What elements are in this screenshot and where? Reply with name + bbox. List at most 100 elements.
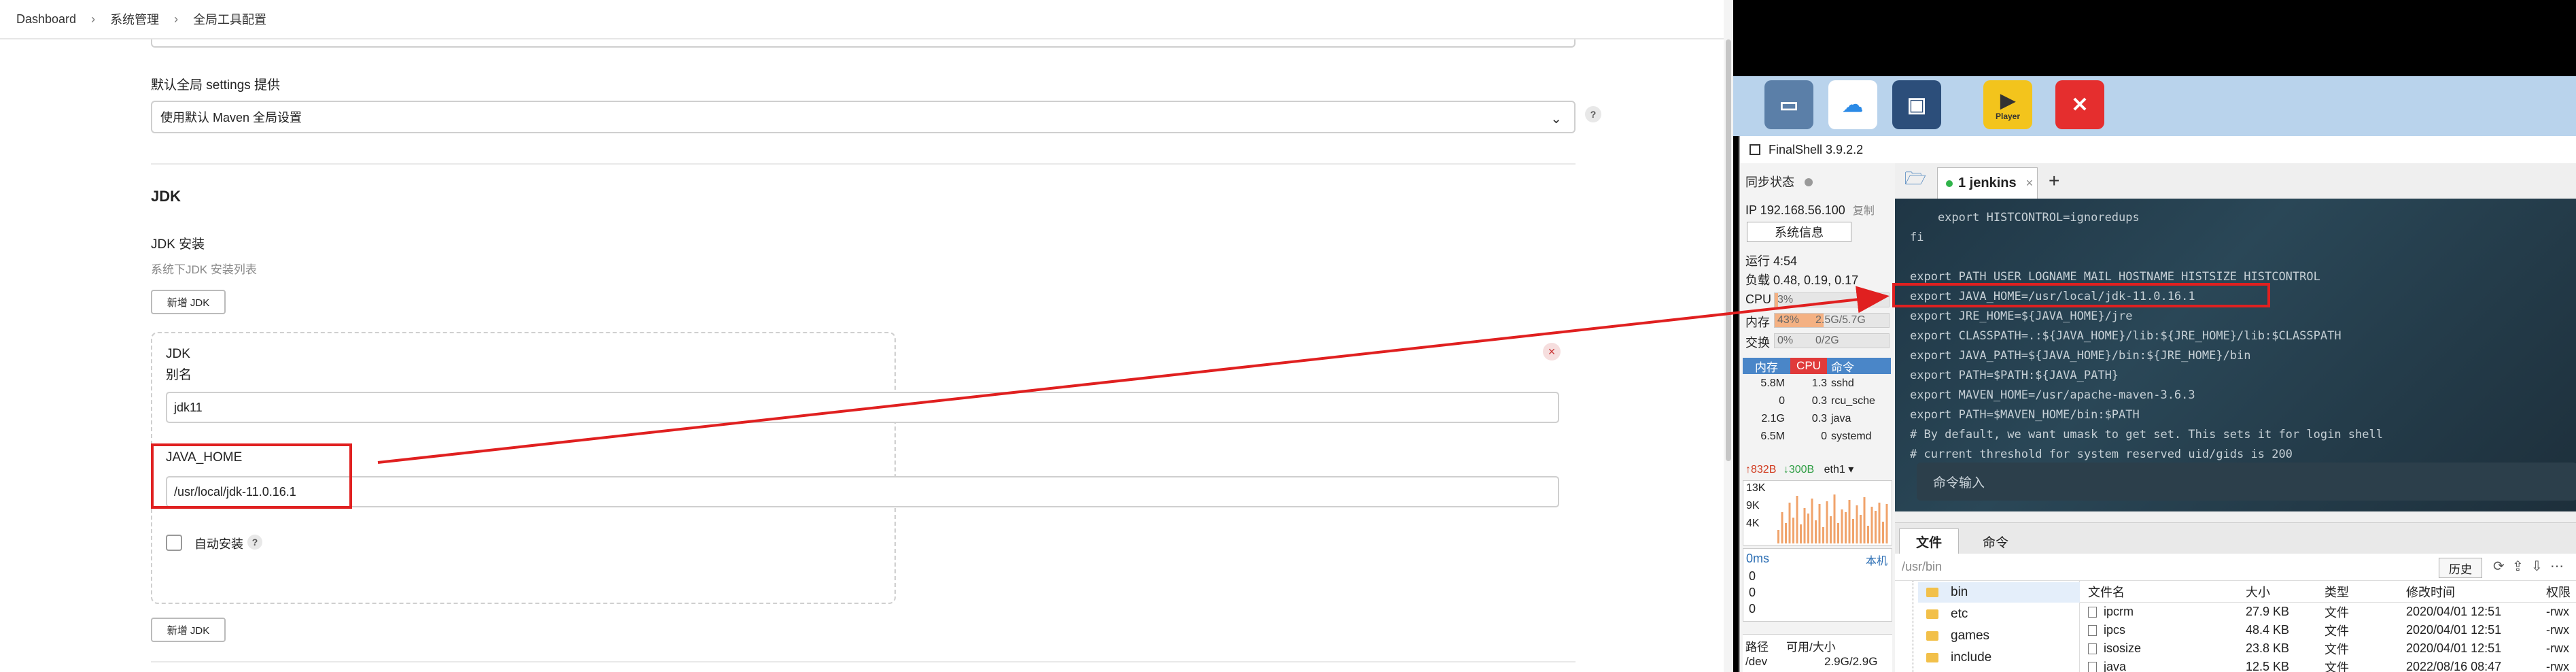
process-row[interactable]: 5.8M 1.3 sshd — [1743, 375, 1892, 392]
breadcrumb-global-tools[interactable]: 全局工具配置 — [193, 10, 266, 28]
xmind-icon[interactable]: ✕ — [2055, 80, 2104, 129]
col-permission[interactable]: 权限 — [2546, 581, 2571, 603]
more-icon[interactable]: ⋯ — [2550, 558, 2564, 575]
swap-meter: 0% 0/2G — [1774, 333, 1890, 348]
load-average: 负载 0.48, 0.19, 0.17 — [1745, 273, 1859, 287]
uptime: 运行 4:54 — [1745, 254, 1798, 268]
close-tab-icon[interactable]: × — [2026, 176, 2034, 190]
tab-files[interactable]: 文件 — [1899, 528, 1959, 554]
proc-header-cmd[interactable]: 命令 — [1827, 358, 1891, 374]
col-filename[interactable]: 文件名 — [2088, 581, 2125, 603]
mem-value: 2.5G/5.7G — [1815, 314, 1866, 326]
potplayer-label: Player — [1995, 111, 2021, 121]
upload-icon[interactable]: ⇪ — [2512, 558, 2524, 575]
ping-host[interactable]: 本机 — [1866, 552, 1887, 568]
file-row[interactable]: isosize 23.8 KB 文件 2020/04/01 12:51 -rwx — [2080, 639, 2576, 658]
file-row[interactable]: java 12.5 KB 文件 2022/08/16 08:47 -rwx — [2080, 658, 2576, 672]
file-mtime: 2020/04/01 12:51 — [2406, 623, 2502, 637]
net-scale-high: 13K — [1746, 482, 1766, 494]
jdk-section-title: JDK — [151, 188, 181, 205]
tree-node[interactable]: bin — [1918, 582, 2080, 603]
swap-value: 0/2G — [1815, 335, 1839, 346]
path-input[interactable]: /usr/bin — [1902, 560, 1942, 574]
folder-icon — [1926, 631, 1938, 641]
net-up: ↑832B — [1745, 464, 1777, 475]
connected-dot-icon — [1946, 180, 1953, 187]
tree-node-label: bin — [1951, 585, 1968, 599]
maven-settings-value: 使用默认 Maven 全局设置 — [160, 111, 302, 124]
disk-path[interactable]: /dev — [1745, 655, 1767, 669]
tree-node[interactable]: games — [1926, 626, 1989, 646]
baidu-netdisk-icon[interactable]: ☁ — [1828, 80, 1877, 129]
refresh-icon[interactable]: ⟳ — [2493, 558, 2505, 575]
process-row[interactable]: 0 0.3 rcu_sche — [1743, 393, 1892, 409]
session-tabbar: 🗁 1 jenkins × + — [1895, 163, 2576, 199]
computer-icon[interactable]: ▭ — [1764, 80, 1813, 129]
copy-ip-button[interactable]: 复制 — [1853, 205, 1875, 217]
net-scale-mid: 9K — [1746, 500, 1760, 511]
window-title: FinalShell 3.9.2.2 — [1769, 142, 1864, 156]
java-home-input[interactable]: /usr/local/jdk-11.0.16.1 — [166, 476, 1559, 507]
process-row[interactable]: 6.5M 0 systemd — [1743, 429, 1892, 445]
potplayer-icon[interactable]: ▶ Player — [1983, 80, 2032, 129]
help-icon[interactable]: ? — [1585, 106, 1601, 122]
proc-header-cpu[interactable]: CPU — [1790, 358, 1827, 374]
tree-node[interactable]: etc — [1926, 604, 1968, 624]
dropdown-icon[interactable]: ▾ — [1848, 464, 1853, 475]
process-row[interactable]: 2.1G 0.3 java — [1743, 411, 1892, 427]
maven-settings-select[interactable]: 使用默认 Maven 全局设置 ⌄ — [151, 101, 1576, 133]
help-icon[interactable]: ? — [247, 535, 262, 550]
breadcrumb-dashboard[interactable]: Dashboard — [16, 12, 76, 27]
download-icon[interactable]: ⇩ — [2531, 558, 2543, 575]
system-info-button[interactable]: 系统信息 — [1747, 222, 1851, 242]
tree-node[interactable]: include — [1926, 648, 1991, 668]
close-icon[interactable]: × — [1543, 343, 1561, 360]
add-jdk-button-bottom[interactable]: 新增 JDK — [151, 618, 226, 642]
session-tab-jenkins[interactable]: 1 jenkins × — [1937, 167, 2038, 199]
remote-desktop-icon[interactable]: ▣ — [1892, 80, 1941, 129]
tab-commands[interactable]: 命令 — [1966, 528, 2025, 554]
auto-install-checkbox[interactable] — [166, 535, 182, 551]
mem-percent: 43% — [1777, 314, 1800, 326]
file-mtime: 2020/04/01 12:51 — [2406, 605, 2502, 618]
process-table-header: 内存 CPU 命令 — [1743, 358, 1891, 374]
add-tab-button[interactable]: + — [2049, 170, 2059, 192]
col-mtime[interactable]: 修改时间 — [2406, 581, 2455, 603]
file-name: ipcrm — [2104, 605, 2134, 618]
ip-row: IP 192.168.56.100 复制 — [1745, 201, 1875, 218]
alias-input[interactable]: jdk11 — [166, 392, 1559, 423]
divider — [151, 163, 1576, 165]
scrollbar-thumb[interactable] — [1726, 39, 1731, 461]
proc-header-mem[interactable]: 内存 — [1743, 358, 1790, 374]
file-perm: -rwx — [2546, 660, 2569, 672]
add-jdk-button[interactable]: 新增 JDK — [151, 290, 226, 314]
terminal-line: export CLASSPATH=.:${JAVA_HOME}/lib:${JR… — [1910, 329, 2342, 343]
file-perm: -rwx — [2546, 641, 2569, 655]
net-interface[interactable]: eth1 — [1824, 464, 1845, 475]
col-type[interactable]: 类型 — [2325, 581, 2349, 603]
col-size[interactable]: 大小 — [2246, 581, 2270, 603]
file-size: 48.4 KB — [2246, 623, 2290, 637]
bottom-tabbar: 文件 命令 — [1895, 522, 2576, 554]
folder-icon — [1926, 588, 1938, 597]
file-row[interactable]: ipcrm 27.9 KB 文件 2020/04/01 12:51 -rwx — [2080, 603, 2576, 621]
finalshell-area: ▭ ☁ ▣ ▶ Player ✕ FinalShell 3.9.2.2 同步状态 — [1733, 0, 2576, 672]
session-tab-label: 1 jenkins — [1958, 175, 2017, 190]
annotation-box-java-home-line — [1892, 283, 2270, 307]
network-bar — [1863, 497, 1866, 543]
terminal-line: export HISTCONTROL=ignoredups — [1910, 211, 2140, 224]
file-icon — [2088, 643, 2097, 654]
network-bar — [1848, 500, 1851, 543]
history-button[interactable]: 历史 — [2439, 558, 2482, 578]
file-row[interactable]: ipcs 48.4 KB 文件 2020/04/01 12:51 -rwx — [2080, 621, 2576, 639]
cpu-value: 3% — [1777, 294, 1794, 305]
folder-icon — [1926, 609, 1938, 619]
page-scrollbar[interactable] — [1724, 0, 1733, 672]
command-input[interactable]: 命令输入 — [1917, 463, 2576, 501]
folder-icon — [1926, 653, 1938, 662]
proc-cpu: 0.3 — [1811, 413, 1827, 424]
tree-node-label: etc — [1951, 607, 1968, 621]
network-bar — [1870, 507, 1873, 543]
folder-icon[interactable]: 🗁 — [1904, 168, 1926, 192]
breadcrumb-system-manage[interactable]: 系统管理 — [110, 10, 159, 28]
